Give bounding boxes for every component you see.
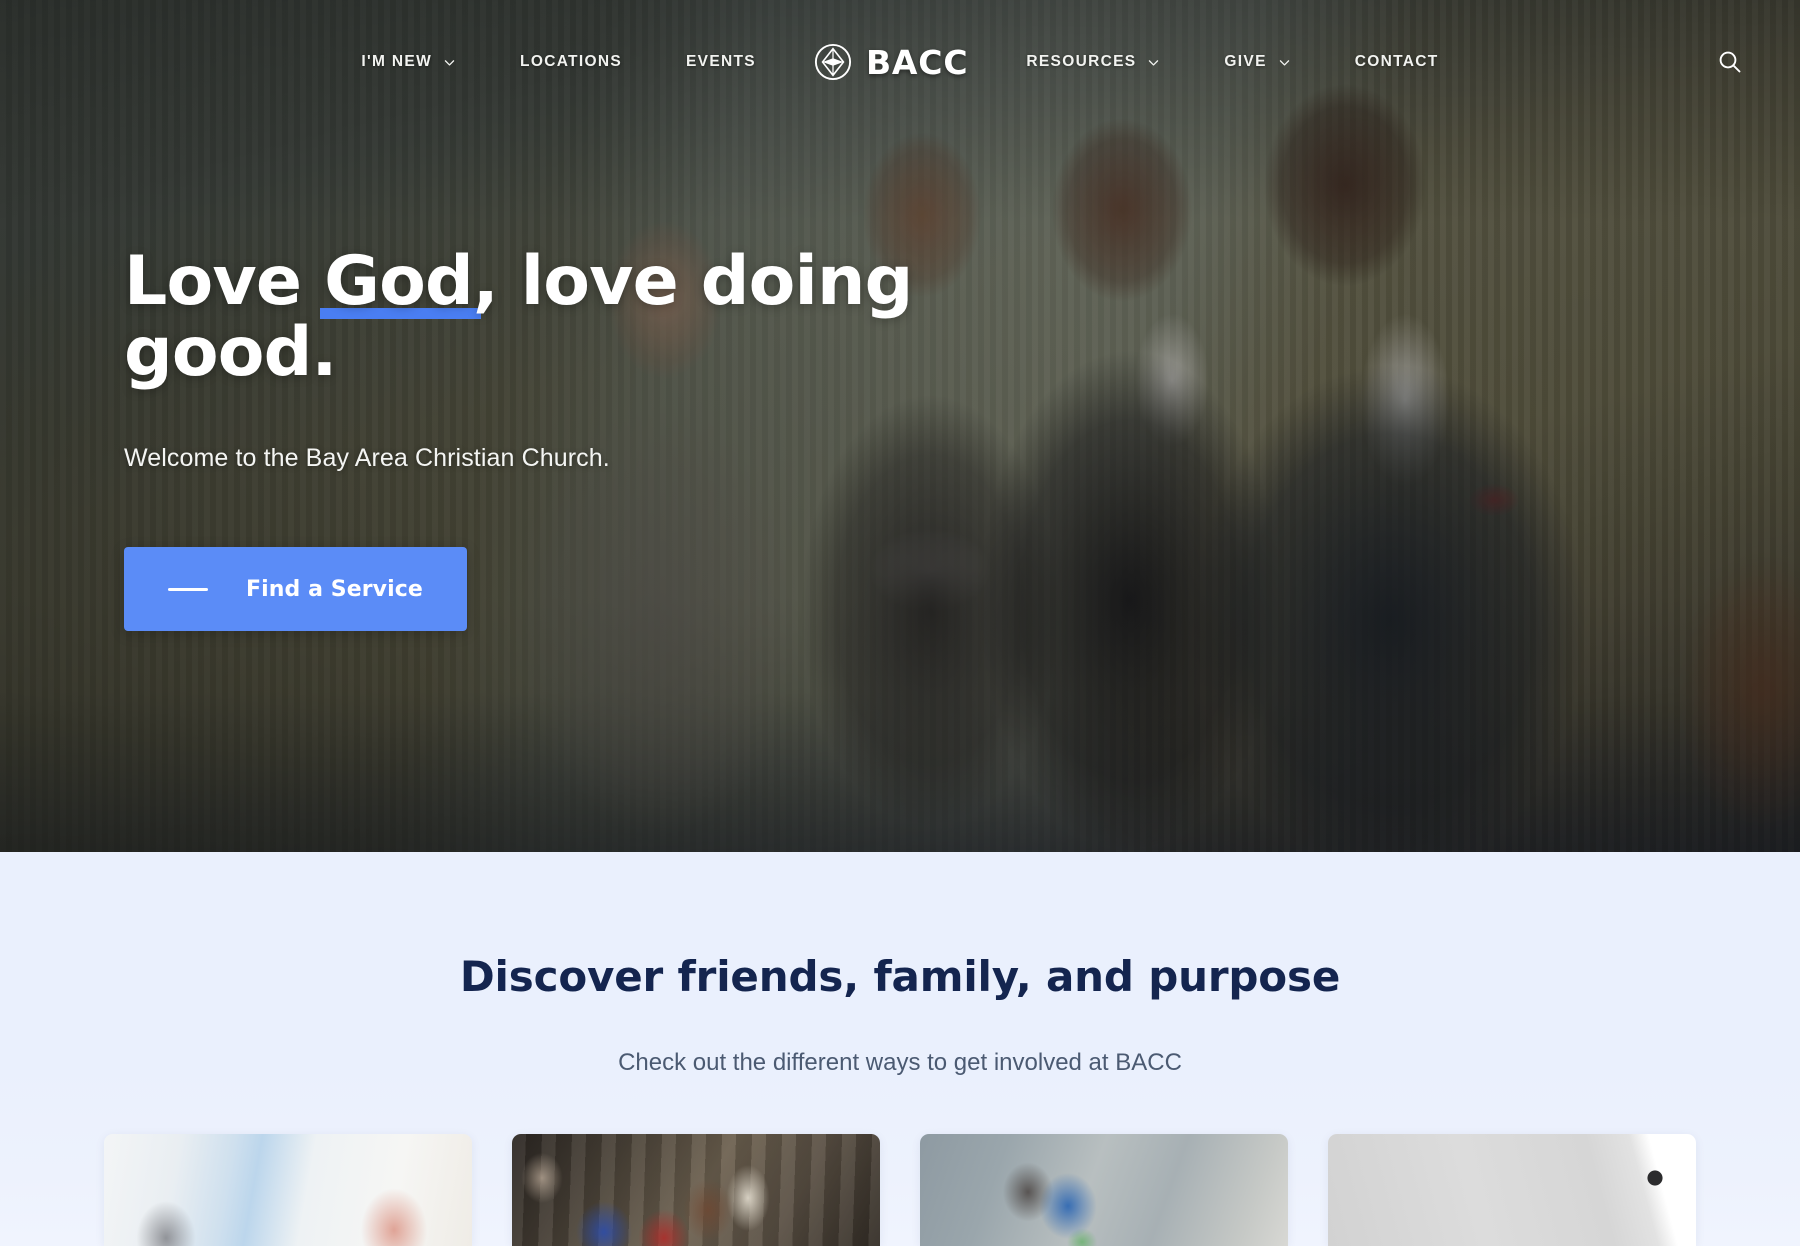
nav-item-label: GIVE (1224, 53, 1267, 70)
compass-emblem-icon (814, 43, 852, 81)
main-navigation: I'M NEW LOCATIONS EVENTS BACC RESOURCES … (0, 0, 1800, 124)
nav-item-label: LOCATIONS (520, 53, 623, 70)
nav-left-group: I'M NEW LOCATIONS EVENTS (361, 53, 756, 71)
search-icon[interactable] (1712, 44, 1748, 80)
nav-item-label: CONTACT (1354, 53, 1439, 70)
nav-right-group: RESOURCES GIVE CONTACT (1026, 53, 1438, 71)
hero-title-part1: Love (124, 242, 325, 321)
brand-name: BACC (865, 42, 969, 82)
card-image (512, 1134, 880, 1246)
get-involved-title: Discover friends, family, and purpose (459, 952, 1344, 1002)
get-involved-card-row (0, 1134, 1800, 1246)
get-involved-header: Discover friends, family, and purpose Ch… (0, 852, 1800, 1077)
get-involved-title-part1: Discover friends, family, and (459, 952, 1149, 1001)
hero-title: Love God, love doing good. (124, 246, 984, 388)
nav-item-locations[interactable]: LOCATIONS (520, 53, 622, 71)
nav-item-label: RESOURCES (1026, 53, 1137, 70)
get-involved-subtitle: Check out the different ways to get invo… (618, 1049, 1182, 1076)
nav-item-give[interactable]: GIVE (1224, 53, 1290, 71)
card-image (104, 1134, 472, 1246)
nav-item-events[interactable]: EVENTS (686, 53, 756, 71)
find-a-service-label: Find a Service (246, 576, 423, 602)
card-kids-ministry[interactable] (104, 1134, 472, 1246)
get-involved-title-highlight: purpose (1146, 952, 1344, 1002)
chevron-down-icon (1278, 56, 1291, 69)
hero-section: I'M NEW LOCATIONS EVENTS BACC RESOURCES … (0, 0, 1800, 852)
get-involved-section: Discover friends, family, and purpose Ch… (0, 852, 1800, 1246)
card-serve-outreach[interactable] (920, 1134, 1288, 1246)
card-media-app[interactable] (1328, 1134, 1696, 1246)
brand-logo[interactable]: BACC (814, 43, 968, 82)
nav-item-contact[interactable]: CONTACT (1355, 53, 1439, 71)
chevron-down-icon (1147, 56, 1160, 69)
hero-title-highlight: God (320, 242, 481, 321)
card-image (920, 1134, 1288, 1246)
nav-inner: I'M NEW LOCATIONS EVENTS BACC RESOURCES … (0, 0, 1800, 124)
find-a-service-button[interactable]: Find a Service (124, 547, 467, 632)
card-auditorium-gathering[interactable] (512, 1134, 880, 1246)
card-image (1328, 1134, 1696, 1246)
nav-item-im-new[interactable]: I'M NEW (361, 53, 456, 71)
nav-item-label: EVENTS (686, 53, 756, 70)
hero-subtitle: Welcome to the Bay Area Christian Church… (124, 444, 610, 473)
chevron-down-icon (443, 56, 456, 69)
dash-icon (168, 587, 208, 591)
nav-item-label: I'M NEW (361, 53, 433, 70)
hero-content: Love God, love doing good. Welcome to th… (124, 246, 984, 632)
nav-item-resources[interactable]: RESOURCES (1026, 53, 1160, 71)
